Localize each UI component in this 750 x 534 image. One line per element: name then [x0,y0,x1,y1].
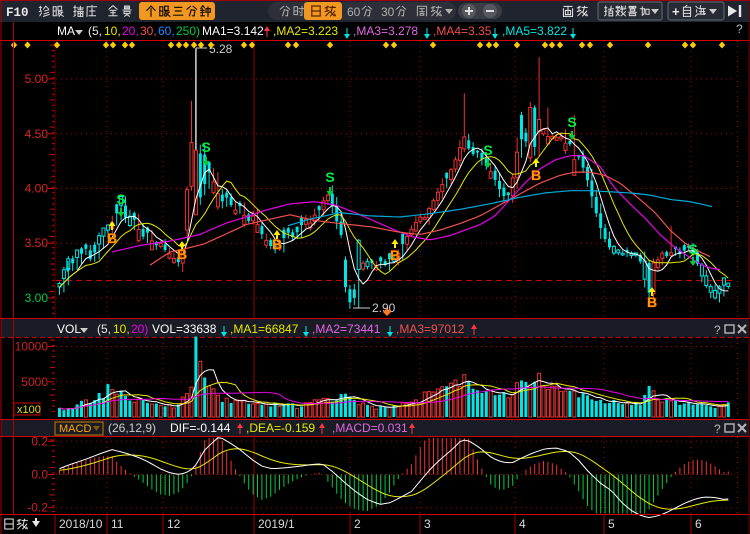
svg-text:10,: 10, [104,24,121,38]
svg-text:0.0: 0.0 [31,468,48,482]
svg-text:,MA5=3.822: ,MA5=3.822 [502,24,567,38]
svg-text:4.00: 4.00 [25,182,49,196]
svg-text:4: 4 [519,517,526,531]
svg-text:,MA4=3.35: ,MA4=3.35 [433,24,492,38]
svg-text:5000: 5000 [21,375,48,389]
svg-text:?: ? [714,323,721,337]
svg-text:?: ? [714,422,721,436]
svg-text:3: 3 [424,517,431,531]
svg-text:,DEA=-0.159: ,DEA=-0.159 [246,421,315,435]
svg-text:30: 30 [381,5,395,19]
svg-text:B: B [107,230,117,246]
svg-text:S: S [483,142,492,158]
svg-text:MA1=3.142: MA1=3.142 [202,24,264,38]
svg-text:3.50: 3.50 [25,236,49,250]
svg-text:5: 5 [608,517,615,531]
svg-text:2018/10: 2018/10 [59,517,103,531]
svg-text:5.00: 5.00 [25,72,49,86]
svg-text:60: 60 [347,5,361,19]
svg-text:2.90: 2.90 [372,301,396,315]
svg-text:B: B [390,247,400,263]
svg-text:+: + [672,4,680,19]
svg-text:MA: MA [57,24,75,38]
svg-text:2019/1: 2019/1 [258,517,295,531]
svg-text:4.50: 4.50 [25,127,49,141]
svg-text:,MA3=3.278: ,MA3=3.278 [353,24,418,38]
svg-text:,MA1=66847: ,MA1=66847 [230,322,299,336]
svg-text:(5,: (5, [88,24,102,38]
svg-text:(5,: (5, [97,322,111,336]
svg-text:F10: F10 [6,6,29,20]
svg-text:S: S [567,114,576,130]
svg-text:B: B [531,167,541,183]
svg-text:VOL: VOL [57,322,81,336]
svg-text:-0.2: -0.2 [27,501,48,515]
svg-text:10,: 10, [113,322,130,336]
svg-text:VOL=33638: VOL=33638 [152,322,217,336]
svg-text:S: S [688,241,697,257]
svg-text:12: 12 [167,517,181,531]
svg-text:MACD: MACD [59,423,91,435]
svg-text:11: 11 [111,517,124,531]
svg-text:10000: 10000 [15,340,49,354]
svg-text:(26,12,9): (26,12,9) [108,421,156,435]
svg-text:20): 20) [131,322,148,336]
svg-text:3.00: 3.00 [25,291,49,305]
svg-text:6: 6 [695,517,702,531]
svg-text:DIF=-0.144: DIF=-0.144 [170,421,231,435]
svg-text:60,: 60, [158,24,175,38]
svg-text:2: 2 [354,517,361,531]
svg-text:20,: 20, [122,24,139,38]
svg-text:,MA3=97012: ,MA3=97012 [396,322,465,336]
svg-text:B: B [647,294,657,310]
svg-text:0.2: 0.2 [31,434,48,448]
svg-text:B: B [177,246,187,262]
svg-text:250): 250) [176,24,200,38]
svg-text:,MA2=73441: ,MA2=73441 [312,322,381,336]
svg-text:,MA2=3.223: ,MA2=3.223 [273,24,338,38]
svg-text:,MACD=0.031: ,MACD=0.031 [332,421,408,435]
svg-text:B: B [272,236,282,252]
svg-text:S: S [325,169,334,185]
svg-text:x100: x100 [17,404,41,416]
svg-text:?: ? [736,22,743,36]
svg-text:S: S [201,139,210,155]
svg-text:30,: 30, [140,24,157,38]
svg-text:S: S [116,191,125,207]
